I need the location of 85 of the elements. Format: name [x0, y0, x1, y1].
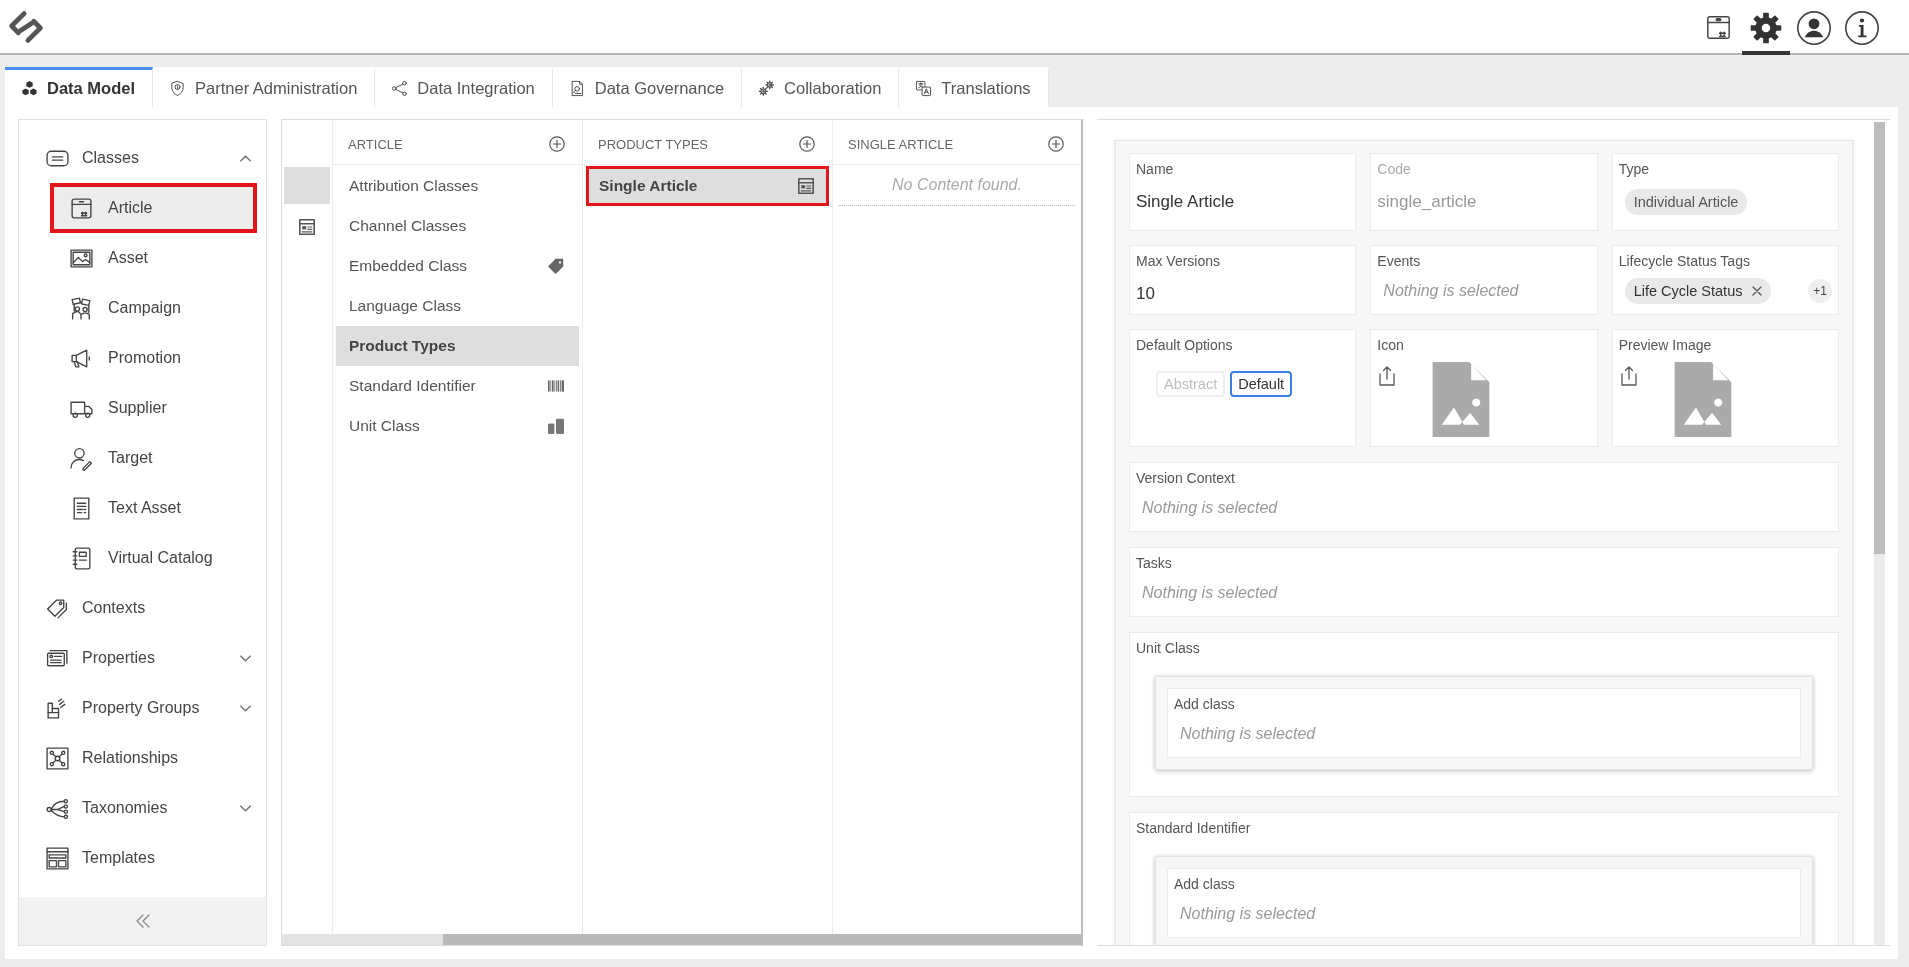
field-label: Preview Image	[1618, 336, 1712, 354]
list-item[interactable]: Unit Class	[336, 406, 579, 446]
sidebar-item[interactable]: Campaign	[50, 283, 257, 333]
tab[interactable]: Data Integration	[375, 67, 553, 107]
form-icon	[299, 218, 315, 235]
user-icon	[1796, 9, 1832, 46]
shield-icon	[169, 80, 186, 97]
add-icon[interactable]	[1048, 136, 1064, 152]
list-item[interactable]: Single Article	[586, 166, 829, 206]
field-label: Lifecycle Status Tags	[1618, 252, 1750, 270]
info-icon	[1844, 9, 1880, 46]
scrollbar-thumb[interactable]	[1874, 122, 1885, 554]
tag-icon	[548, 258, 564, 274]
network-icon	[45, 745, 70, 771]
sidebar-item[interactable]: Taxonomies	[19, 783, 266, 833]
more-count[interactable]: +1	[1808, 279, 1832, 303]
scrollbar-thumb[interactable]	[443, 934, 1081, 945]
double-chevron-left-icon	[135, 914, 150, 928]
text-field[interactable]: Single Article	[1136, 190, 1350, 214]
list-item[interactable]: Standard Identifier	[336, 366, 579, 406]
sidebar-item[interactable]: Promotion	[50, 333, 257, 383]
sidebar-item[interactable]: Target	[50, 433, 257, 483]
sidebar-item[interactable]: Text Asset	[50, 483, 257, 533]
field-label: Events	[1377, 252, 1421, 270]
horizontal-scrollbar[interactable]	[282, 934, 1081, 945]
type-tag: Individual Article	[1624, 189, 1748, 215]
sidebar-item[interactable]: Virtual Catalog	[50, 533, 257, 583]
sidebar-item[interactable]: Properties	[19, 633, 266, 683]
text-field[interactable]: 10	[1136, 282, 1350, 306]
list-item[interactable]: Language Class	[336, 286, 579, 326]
box-icon	[69, 195, 94, 221]
column-header: ARTICLE	[348, 136, 403, 152]
list-item[interactable]: Attribution Classes	[336, 166, 579, 206]
field-label: Icon	[1377, 336, 1404, 354]
field-label: Max Versions	[1136, 252, 1221, 270]
field-label: Add class	[1174, 695, 1235, 713]
field-label: Type	[1618, 160, 1649, 178]
tab[interactable]: Collaboration	[742, 67, 900, 107]
sidebar-item[interactable]: Relationships	[19, 733, 266, 783]
sidebar-item[interactable]: Supplier	[50, 383, 257, 433]
package-icon	[1704, 14, 1732, 41]
field-label: Default Options	[1136, 336, 1233, 354]
barcode-icon	[548, 378, 564, 394]
add-icon[interactable]	[549, 136, 565, 152]
stack-icon	[548, 418, 564, 434]
add-icon[interactable]	[799, 136, 815, 152]
field-label: Unit Class	[1136, 639, 1200, 657]
settings-icon	[1749, 10, 1783, 45]
translate-icon	[915, 80, 933, 97]
tab[interactable]: Data Model	[5, 67, 153, 107]
field-label: Standard Identifier	[1136, 819, 1251, 837]
sidebar-item[interactable]: Contexts	[19, 583, 266, 633]
column-header: SINGLE ARTICLE	[848, 136, 954, 152]
field-label: Version Context	[1136, 469, 1235, 487]
list-item[interactable]: Embedded Class	[336, 246, 579, 286]
tab[interactable]: Translations	[899, 67, 1049, 107]
sidebar-item[interactable]: Templates	[19, 833, 266, 883]
share-icon	[391, 80, 409, 97]
list-item[interactable]: Channel Classes	[336, 206, 579, 246]
sidebar-item[interactable]: Classes	[19, 133, 266, 183]
column-header: PRODUCT TYPES	[598, 136, 709, 152]
list-item[interactable]: Product Types	[336, 326, 579, 366]
upload-icon[interactable]	[1620, 366, 1637, 386]
sidebar-item[interactable]: Asset	[50, 233, 257, 283]
layout-icon	[45, 845, 70, 871]
tag-label: Life Cycle Status	[1633, 282, 1743, 300]
sidebar-item[interactable]: Property Groups	[19, 683, 266, 733]
tab[interactable]: Data Governance	[552, 67, 743, 107]
vertical-scrollbar[interactable]	[1874, 122, 1885, 945]
sidebar-item[interactable]: Article	[50, 183, 257, 233]
image-placeholder-icon	[1673, 362, 1732, 437]
field-label: Code	[1377, 160, 1411, 178]
form-icon	[798, 178, 814, 194]
field-label: Tasks	[1136, 554, 1172, 572]
option-button[interactable]: Default	[1230, 371, 1293, 397]
empty-message: No Content found.	[839, 166, 1075, 206]
upload-icon[interactable]	[1379, 366, 1396, 386]
image-placeholder-icon	[1432, 362, 1491, 437]
field-label: Name	[1136, 160, 1174, 178]
person-icon	[69, 445, 94, 471]
cubes-icon	[21, 80, 38, 97]
field-label: Add class	[1174, 875, 1235, 893]
gears-icon	[758, 80, 776, 97]
tab[interactable]: Partner Administration	[153, 67, 376, 107]
remove-icon[interactable]	[1752, 286, 1763, 296]
